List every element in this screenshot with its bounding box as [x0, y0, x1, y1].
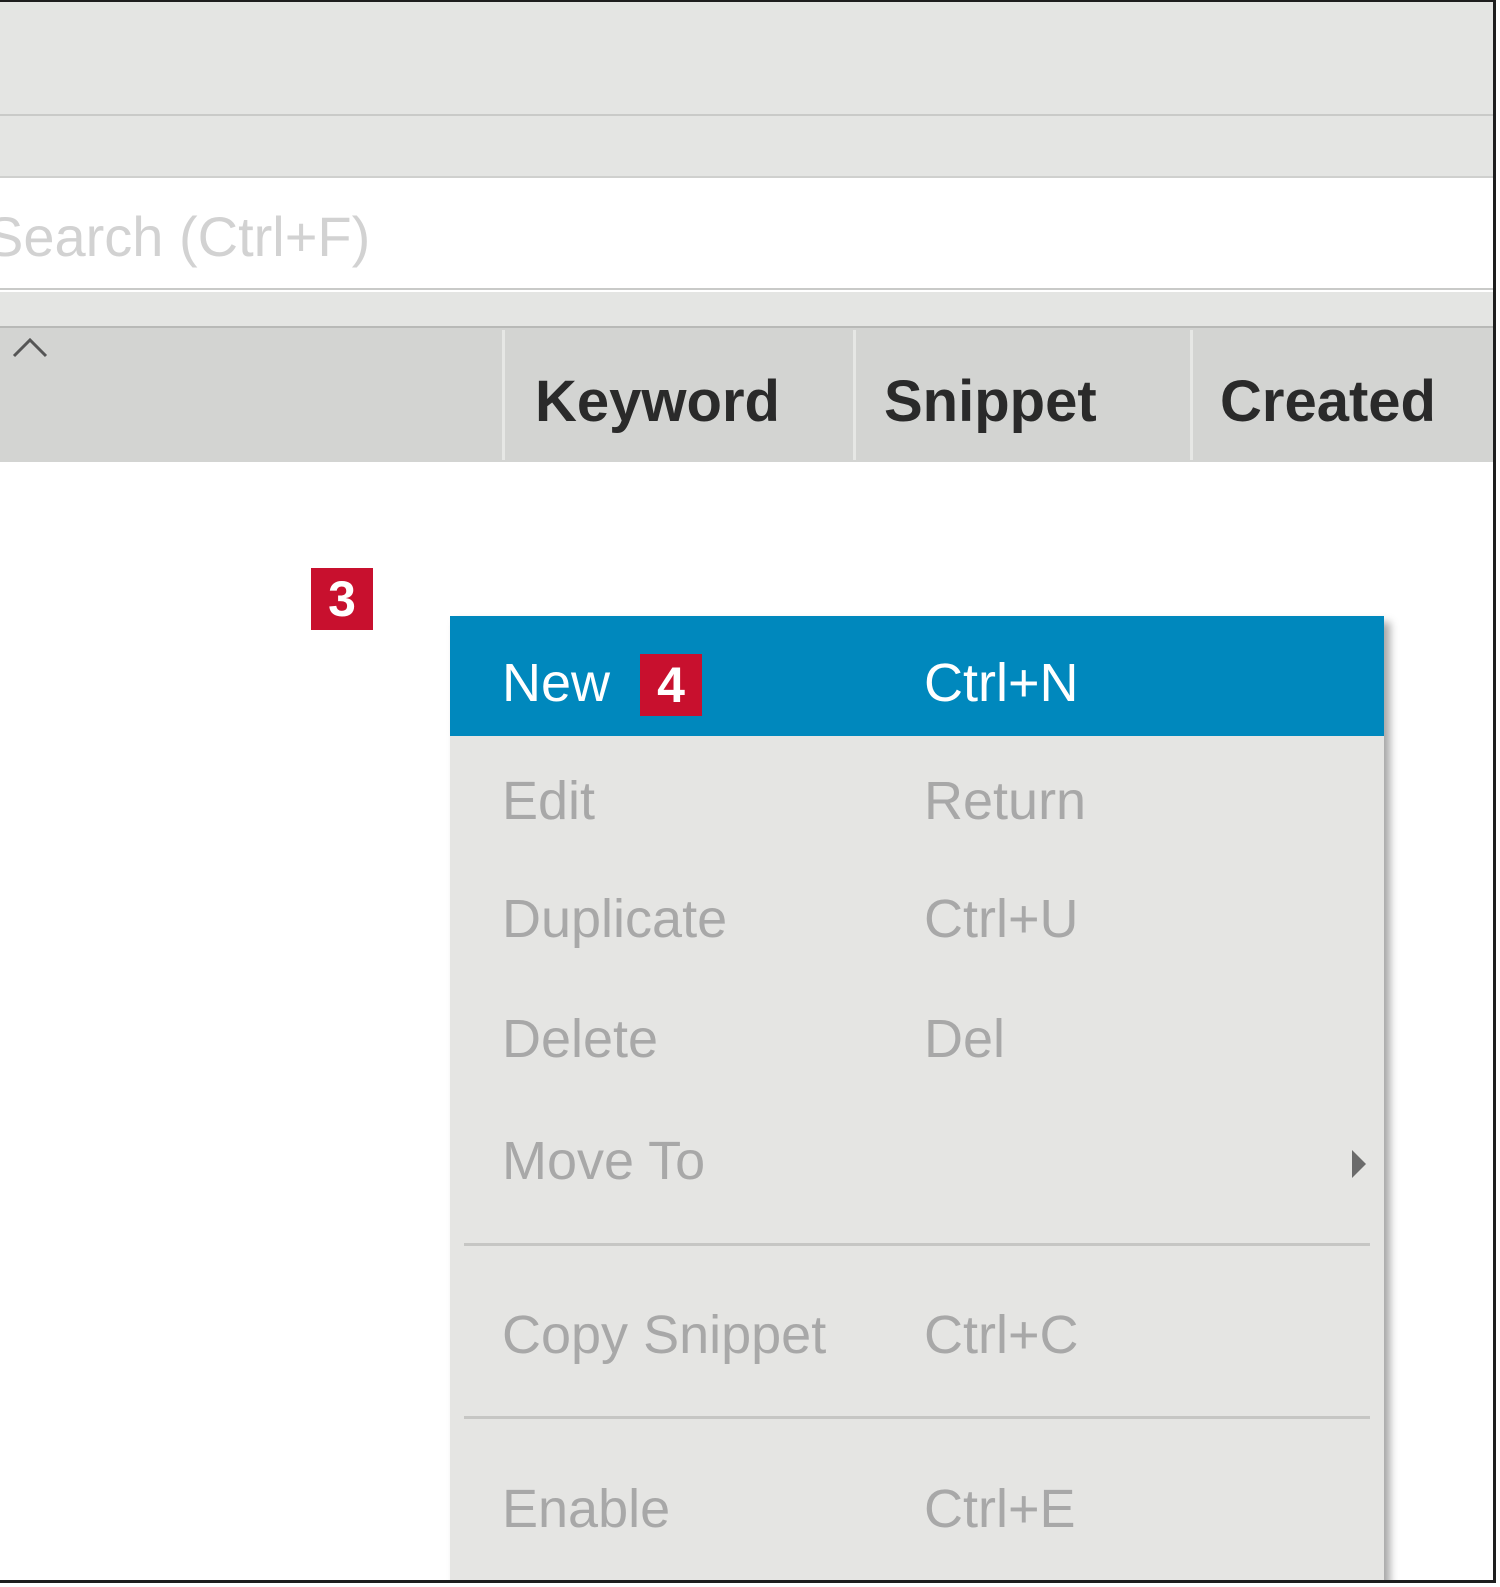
column-divider[interactable]: [1190, 330, 1193, 460]
column-header-keyword[interactable]: Keyword: [535, 368, 780, 435]
menu-item-enable[interactable]: Enable Ctrl+E: [450, 1450, 1384, 1570]
toolbar-gap: [0, 292, 1493, 326]
secondary-toolbar: [0, 116, 1493, 178]
column-divider[interactable]: [502, 330, 505, 460]
menu-item-shortcut: Ctrl+N: [924, 653, 1079, 713]
menu-item-edit[interactable]: Edit Return: [450, 740, 1384, 860]
menu-item-shortcut: Ctrl+E: [924, 1479, 1076, 1539]
menu-item-copy-snippet[interactable]: Copy Snippet Ctrl+C: [450, 1276, 1384, 1396]
step-badge-3: 3: [311, 568, 373, 630]
app-window: Search (Ctrl+F) Keyword Snippet Created …: [0, 0, 1496, 1583]
menu-item-delete[interactable]: Delete Del: [450, 980, 1384, 1100]
menu-item-shortcut: Del: [924, 1009, 1006, 1069]
menu-item-shortcut: Ctrl+C: [924, 1305, 1079, 1365]
menu-item-duplicate[interactable]: Duplicate Ctrl+U: [450, 860, 1384, 980]
sort-ascending-icon[interactable]: [10, 334, 50, 362]
menu-item-label: Delete: [502, 1009, 659, 1069]
chevron-right-icon: [1352, 1150, 1366, 1178]
menu-item-label: Edit: [502, 771, 596, 831]
menu-item-new[interactable]: New 4 Ctrl+N: [450, 616, 1384, 736]
table-header: Keyword Snippet Created: [0, 326, 1493, 462]
menu-item-move-to[interactable]: Move To: [450, 1102, 1384, 1222]
step-badge-4: 4: [640, 654, 702, 716]
menu-item-label: Copy Snippet: [502, 1305, 827, 1365]
toolbar: [0, 2, 1493, 116]
menu-separator: [464, 1243, 1370, 1246]
menu-item-label: New: [502, 653, 611, 713]
search-input[interactable]: Search (Ctrl+F): [0, 178, 1493, 290]
menu-item-label: Move To: [502, 1131, 706, 1191]
column-header-created[interactable]: Created: [1220, 368, 1436, 435]
search-placeholder: Search (Ctrl+F): [0, 205, 371, 268]
column-header-snippet[interactable]: Snippet: [884, 368, 1097, 435]
menu-item-shortcut: Ctrl+U: [924, 889, 1079, 949]
context-menu: New 4 Ctrl+N Edit Return Duplicate Ctrl+…: [450, 616, 1384, 1580]
menu-separator: [464, 1416, 1370, 1419]
column-divider[interactable]: [853, 330, 856, 460]
menu-item-label: Duplicate: [502, 889, 728, 949]
menu-item-label: Enable: [502, 1479, 671, 1539]
menu-item-shortcut: Return: [924, 771, 1087, 831]
